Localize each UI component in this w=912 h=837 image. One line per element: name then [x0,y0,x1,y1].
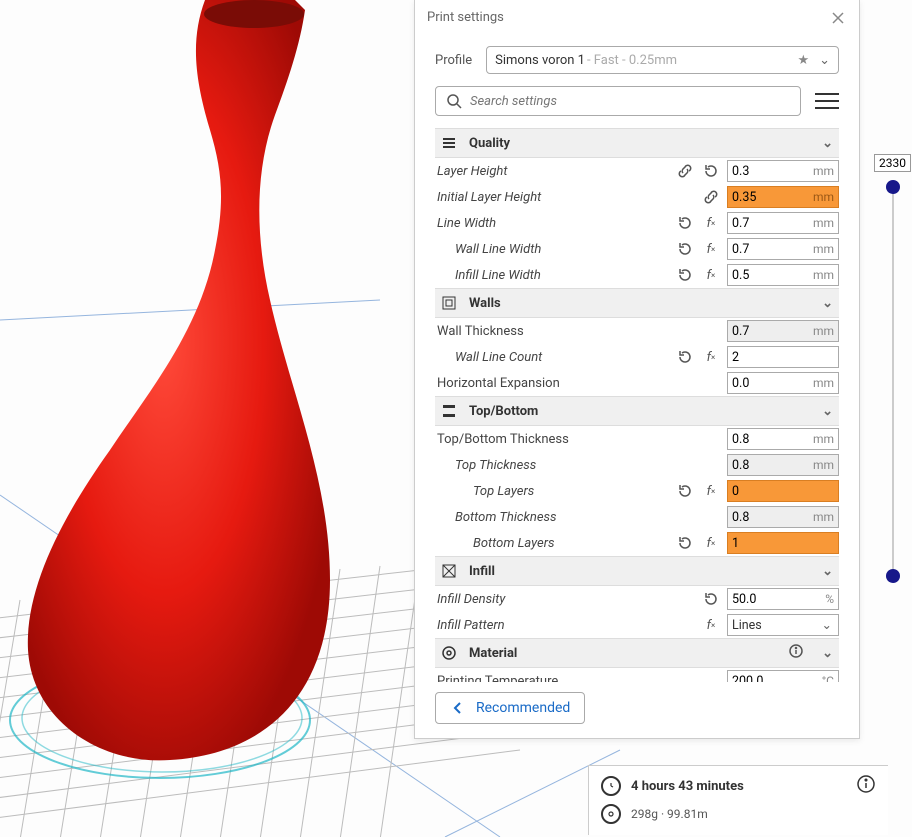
print-estimate-card: 4 hours 43 minutes 298g · 99.81m [588,765,888,835]
topbottom-icon [441,403,457,419]
setting-initial-layer-height: Initial Layer Height mm [435,184,839,210]
setting-infill-density: Infill Density % [435,586,839,612]
setting-wall-thickness: Wall Thickness mm [435,318,839,344]
layer-slider-track[interactable] [892,183,894,575]
formula-icon[interactable]: f× [701,533,721,553]
reset-icon[interactable] [675,265,695,285]
panel-title: Print settings [427,10,504,25]
section-title: Quality [469,136,510,151]
bottom-layers-input[interactable] [727,532,839,554]
search-input[interactable] [470,94,790,109]
info-icon[interactable] [788,643,804,663]
setting-bottom-layers: Bottom Layers f× [435,530,839,556]
chevron-left-icon [450,700,466,716]
info-icon[interactable] [856,774,876,798]
wall-line-width-input[interactable]: mm [727,238,839,260]
infill-line-width-input[interactable]: mm [727,264,839,286]
chevron-down-icon[interactable]: ⌄ [822,136,833,151]
setting-wall-line-count: Wall Line Count f× [435,344,839,370]
print-temp-input[interactable]: °C [727,670,839,682]
setting-layer-height: Layer Height mm [435,158,839,184]
formula-icon[interactable]: f× [701,347,721,367]
line-width-input[interactable]: mm [727,212,839,234]
formula-icon[interactable]: f× [701,265,721,285]
layer-slider-handle-bottom[interactable] [886,569,900,583]
link-icon[interactable] [701,187,721,207]
profile-select[interactable]: Simons voron 1 - Fast - 0.25mm ★ ⌄ [486,46,839,74]
reset-icon[interactable] [675,347,695,367]
setting-line-width: Line Width f× mm [435,210,839,236]
setting-bottom-thickness: Bottom Thickness mm [435,504,839,530]
quality-icon [441,135,457,151]
setting-topbot-thickness: Top/Bottom Thickness mm [435,426,839,452]
profile-sub: - Fast - 0.25mm [587,53,677,68]
section-infill[interactable]: Infill ⌄ [435,556,839,586]
section-title: Infill [469,564,495,579]
chevron-down-icon[interactable]: ⌄ [822,564,833,579]
reset-icon[interactable] [675,213,695,233]
reset-icon[interactable] [675,239,695,259]
clock-icon [601,776,621,796]
wall-line-count-input[interactable] [727,346,839,368]
panel-titlebar: Print settings [415,0,859,36]
top-thickness-input[interactable]: mm [727,454,839,476]
hamburger-menu-icon[interactable] [815,89,839,113]
formula-icon[interactable]: f× [701,481,721,501]
chevron-down-icon[interactable]: ⌄ [819,53,830,68]
section-title: Material [469,646,517,661]
setting-wall-line-width: Wall Line Width f× mm [435,236,839,262]
setting-horizontal-expansion: Horizontal Expansion mm [435,370,839,396]
print-settings-panel: Print settings Profile Simons voron 1 - … [414,0,860,739]
infill-icon [441,563,457,579]
chevron-down-icon: ⌄ [822,617,838,633]
formula-icon[interactable]: f× [701,239,721,259]
section-topbottom[interactable]: Top/Bottom ⌄ [435,396,839,426]
layer-height-input[interactable]: mm [727,160,839,182]
material-estimate: 298g · 99.81m [631,807,708,821]
recommended-button[interactable]: Recommended [435,692,585,724]
profile-name: Simons voron 1 [495,53,585,68]
top-layers-input[interactable] [727,480,839,502]
spool-icon [601,804,621,824]
reset-icon[interactable] [701,161,721,181]
topbot-thickness-input[interactable]: mm [727,428,839,450]
close-icon[interactable] [829,9,847,27]
chevron-down-icon[interactable]: ⌄ [822,646,833,661]
setting-top-layers: Top Layers f× [435,478,839,504]
section-quality[interactable]: Quality ⌄ [435,128,839,158]
search-icon [446,93,462,109]
layer-slider-handle-top[interactable] [886,180,900,194]
chevron-down-icon[interactable]: ⌄ [822,404,833,419]
setting-print-temp: Printing Temperature °C [435,668,839,682]
walls-icon [441,295,457,311]
infill-pattern-select[interactable]: Lines⌄ [727,614,839,636]
wall-thickness-input[interactable]: mm [727,320,839,342]
reset-icon[interactable] [701,589,721,609]
formula-icon[interactable]: f× [701,615,721,635]
formula-icon[interactable]: f× [701,213,721,233]
link-icon[interactable] [675,161,695,181]
time-estimate: 4 hours 43 minutes [631,779,744,794]
star-icon[interactable]: ★ [797,53,809,68]
chevron-down-icon[interactable]: ⌄ [822,296,833,311]
section-title: Walls [469,296,501,311]
bottom-thickness-input[interactable]: mm [727,506,839,528]
setting-infill-line-width: Infill Line Width f× mm [435,262,839,288]
reset-icon[interactable] [675,533,695,553]
profile-label: Profile [435,53,472,68]
initial-layer-height-input[interactable]: mm [727,186,839,208]
infill-density-input[interactable]: % [727,588,839,610]
setting-top-thickness: Top Thickness mm [435,452,839,478]
setting-infill-pattern: Infill Pattern f× Lines⌄ [435,612,839,638]
material-icon [441,645,457,661]
search-box[interactable] [435,86,801,116]
horizontal-expansion-input[interactable]: mm [727,372,839,394]
section-walls[interactable]: Walls ⌄ [435,288,839,318]
section-title: Top/Bottom [469,404,538,419]
layer-slider-max-label: 2330 [874,154,911,172]
section-material[interactable]: Material ⌄ [435,638,839,668]
reset-icon[interactable] [675,481,695,501]
